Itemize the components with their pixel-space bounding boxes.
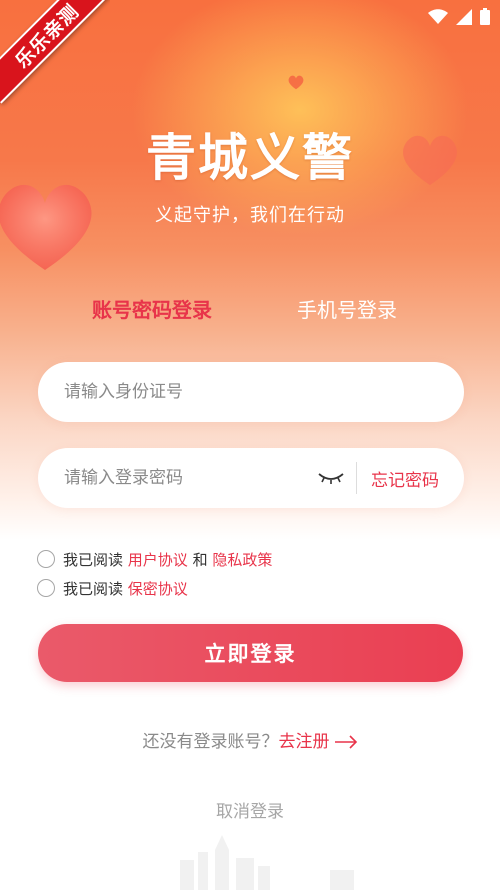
signal-icon: [456, 8, 472, 25]
read-prefix: 我已阅读: [63, 550, 124, 569]
confidentiality-agreement-link[interactable]: 保密协议: [128, 578, 188, 599]
wifi-icon: [428, 8, 448, 24]
cancel-login-link[interactable]: 取消登录: [0, 797, 500, 822]
privacy-policy-link[interactable]: 隐私政策: [212, 549, 272, 570]
login-tabs: 账号密码登录 手机号登录: [0, 294, 500, 324]
user-agreement-link[interactable]: 用户协议: [128, 549, 188, 570]
agreement-row-user-privacy: 我已阅读 用户协议 和 隐私政策: [37, 549, 272, 569]
corner-ribbon-text: 乐乐亲测: [0, 0, 110, 104]
eye-closed-icon[interactable]: [316, 468, 346, 488]
battery-icon: [480, 8, 490, 25]
app-logo: 青城义警: [146, 128, 354, 187]
city-skyline-decoration: [180, 835, 354, 890]
agreement-row-confidentiality: 我已阅读 保密协议: [37, 578, 188, 598]
read-prefix: 我已阅读: [63, 579, 124, 598]
agreement-radio-2[interactable]: [37, 579, 55, 597]
heart-decoration-small: [288, 75, 304, 90]
id-number-input[interactable]: [64, 362, 444, 422]
and-text: 和: [192, 550, 208, 569]
password-input[interactable]: [64, 448, 324, 508]
app-slogan: 义起守护，我们在行动: [155, 205, 345, 226]
password-field[interactable]: 忘记密码: [38, 448, 464, 508]
register-row: 还没有登录账号？去注册: [0, 727, 500, 752]
agreement-radio-1[interactable]: [37, 550, 55, 568]
corner-ribbon: 乐乐亲测: [0, 0, 110, 110]
forgot-password-link[interactable]: 忘记密码: [371, 466, 439, 491]
no-account-text: 还没有登录账号？: [142, 732, 279, 752]
register-link[interactable]: 去注册: [279, 732, 330, 752]
field-divider: [356, 462, 357, 494]
tab-phone-login[interactable]: 手机号登录: [297, 294, 397, 323]
id-number-field[interactable]: [38, 362, 464, 422]
tab-account-login[interactable]: 账号密码登录: [92, 294, 212, 323]
arrow-right-icon[interactable]: [334, 735, 358, 749]
login-button[interactable]: 立即登录: [38, 624, 463, 682]
